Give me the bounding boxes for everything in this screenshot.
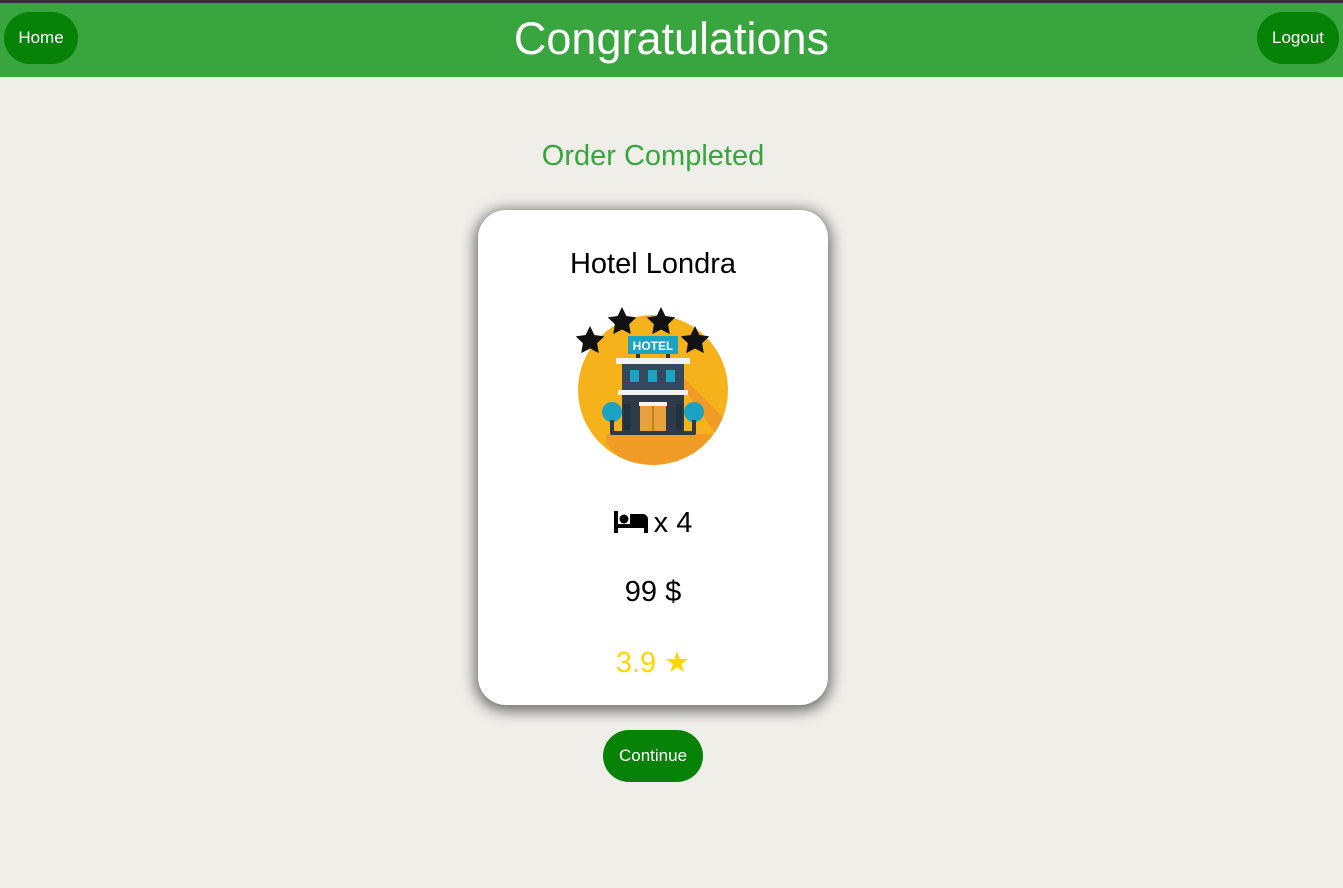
price: 99 $: [624, 576, 682, 608]
order-status-heading: Order Completed: [541, 140, 765, 172]
hotel-sign-text: HOTEL: [633, 339, 674, 353]
rating: 3.9 ★: [615, 647, 691, 679]
rooms-count-text: x 4: [653, 507, 693, 539]
rooms-count: x 4: [478, 505, 828, 541]
hotel-name: Hotel Londra: [569, 248, 737, 280]
bed-icon: [613, 511, 648, 533]
hotel-illustration: HOTEL: [575, 307, 728, 465]
page-title: Congratulations: [513, 13, 830, 64]
top-bar: Home Congratulations Logout: [0, 3, 1343, 77]
logout-button[interactable]: Logout: [1257, 12, 1339, 64]
continue-button[interactable]: Continue: [603, 730, 703, 782]
hotel-card: Hotel Londra HOTEL x 4 99 $ 3.9 ★: [478, 210, 828, 705]
